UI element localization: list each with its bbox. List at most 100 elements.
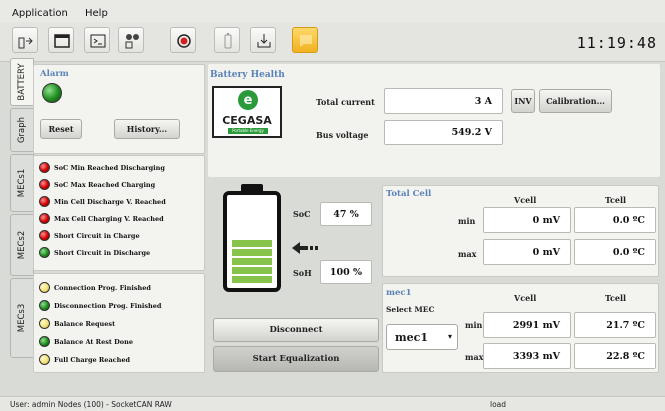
toolbar: 11:19:48 [0,22,665,62]
status-led-balance-rest [39,336,50,347]
settings-nodes-icon [125,34,139,49]
total-cell-vcell-header: Vcell [514,195,537,205]
status-led-full-charge [39,354,50,365]
alarm-label-soc-min: SoC Min Reached Discharging [54,164,165,172]
nodes-settings-button[interactable] [118,27,144,53]
status-label-connection: Connection Prog. Finished [54,284,151,292]
chat-button[interactable] [292,27,318,53]
battery-gauge [223,184,281,292]
alarm-label-soc-max: SoC Max Reached Charging [54,181,156,189]
battery-gauge-segment [232,276,272,283]
mec-min-vcell: 2991 mV [483,312,571,338]
alarm-label-min-cell: Min Cell Discharge V. Reached [54,198,166,206]
soc-label: SoC [293,209,311,219]
alarm-label-short-charge: Short Circuit in Charge [54,232,140,240]
menu-bar: Application Help [0,0,665,22]
mec-max-vcell: 3393 mV [483,343,571,369]
inv-button[interactable]: INV [511,89,535,113]
cegasa-logo-sub: Portable Energy [228,128,268,134]
download-icon [257,34,271,48]
total-cell-min-tcell: 0.0 ºC [574,207,656,233]
bus-voltage-field: 549.2 V [384,120,503,145]
battery-gauge-segment [232,267,272,274]
battery-gauge-segment [232,258,272,265]
record-button[interactable] [170,27,196,53]
terminal-button[interactable] [84,27,110,53]
alarm-led-min-cell [39,196,50,207]
chat-icon [300,35,312,47]
connect-icon [18,37,33,49]
total-current-label: Total current [316,97,375,107]
battery-gauge-segment [232,249,272,256]
disconnect-button[interactable]: Disconnect [213,318,379,342]
battery-gauge-terminal [241,184,263,191]
tab-battery[interactable]: BATTERY [10,58,34,106]
status-label-full-charge: Full Charge Reached [54,356,131,364]
total-current-field: 3 A [384,88,503,114]
menu-help[interactable]: Help [85,8,108,19]
mec-select[interactable]: mec1 ▾ [386,324,458,350]
battery-gauge-segment [232,240,272,247]
record-icon [177,34,191,48]
status-label-balance-rest: Balance At Rest Done [54,338,133,346]
total-cell-panel: Total Cell Vcell Tcell min 0 mV 0.0 ºC m… [382,185,659,277]
soh-field: 100 % [320,260,372,284]
total-cell-max-label: max [458,249,477,259]
mec-panel: mec1 Select MEC mec1 ▾ Vcell Tcell min 2… [382,283,659,373]
mec-title: mec1 [386,288,412,298]
menu-application[interactable]: Application [12,8,68,19]
alarm-led-short-discharge [39,247,50,258]
alarm-list: SoC Min Reached Discharging SoC Max Reac… [33,155,205,271]
calibration-button[interactable]: Calibration... [539,89,612,113]
battery-health-panel: Battery Health e CEGASA Portable Energy … [208,64,660,177]
alarm-main-led [42,83,62,103]
cegasa-logo: e CEGASA Portable Energy [212,86,282,138]
download-button[interactable] [250,27,276,53]
status-led-balance-request [39,318,50,329]
soh-label: SoH [293,268,312,278]
alarm-led-short-charge [39,230,50,241]
battery-icon [224,33,232,49]
status-list: Connection Prog. Finished Disconnection … [33,273,205,373]
connect-button[interactable] [12,27,38,53]
tab-graph[interactable]: Graph [10,108,34,152]
alarm-label-short-discharge: Short Circuit in Discharge [54,249,151,257]
mec-tcell-header: Tcell [605,293,627,303]
mec-max-tcell: 22.8 ºC [574,343,656,369]
clock: 11:19:48 [576,34,657,52]
folder-icon [54,34,70,48]
battery-button[interactable] [214,27,240,53]
total-cell-min-label: min [458,216,476,226]
status-led-disconnection [39,300,50,311]
mec-min-tcell: 21.7 ºC [574,312,656,338]
battery-health-title: Battery Health [210,70,285,80]
total-cell-tcell-header: Tcell [605,195,627,205]
total-cell-max-vcell: 0 mV [483,239,571,265]
cegasa-logo-mark: e [238,90,258,110]
select-mec-label: Select MEC [386,305,435,314]
discharge-arrow-icon [292,240,322,254]
tab-mecs2[interactable]: MECs2 [10,214,34,276]
start-equalization-button[interactable]: Start Equalization [213,346,379,372]
mec-max-label: max [465,352,484,362]
alarm-label-max-cell: Max Cell Charging V. Reached [54,215,164,223]
mec-select-value: mec1 [395,331,428,344]
alarm-led-max-cell [39,213,50,224]
status-center: load [490,400,507,409]
alarm-title: Alarm [40,69,69,79]
cegasa-logo-text: CEGASA [222,114,272,127]
status-label-disconnection: Disconnection Prog. Finished [54,302,162,310]
mec-min-label: min [465,320,483,330]
tab-mecs1[interactable]: MECs1 [10,154,34,212]
open-button[interactable] [48,27,74,53]
tab-mecs3[interactable]: MECs3 [10,278,34,358]
status-bar: User: admin Nodes (100) - SocketCAN RAW … [0,396,665,411]
total-cell-max-tcell: 0.0 ºC [574,239,656,265]
status-led-connection [39,282,50,293]
chevron-down-icon: ▾ [447,332,452,341]
reset-button[interactable]: Reset [40,119,82,139]
status-label-balance-request: Balance Request [54,320,116,328]
history-button[interactable]: History... [114,119,180,139]
bus-voltage-label: Bus voltage [316,130,369,140]
total-cell-min-vcell: 0 mV [483,207,571,233]
